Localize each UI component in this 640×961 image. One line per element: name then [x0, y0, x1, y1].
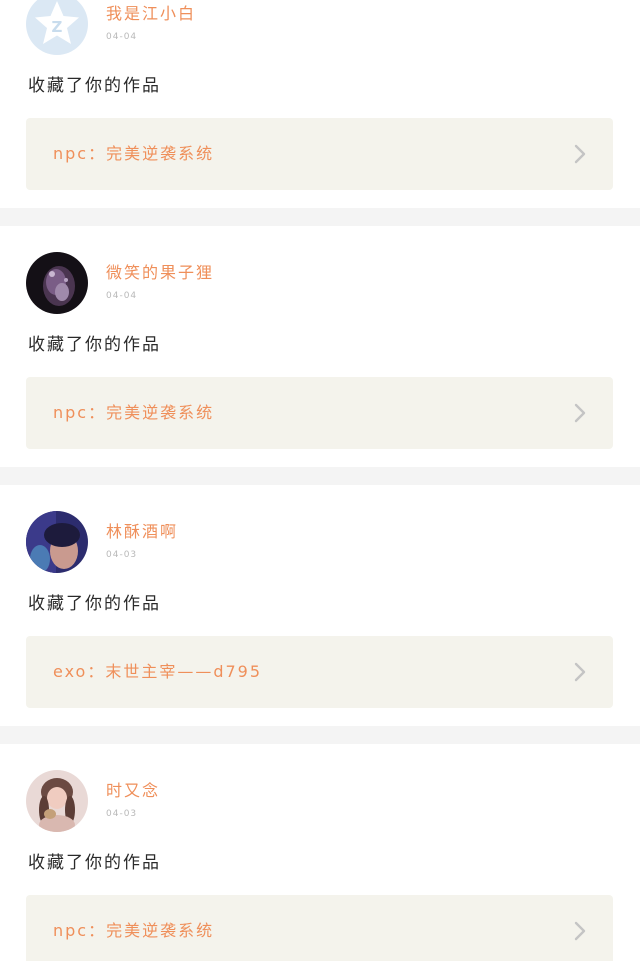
feed-item: Z 我是江小白 04-04 收藏了你的作品 npc：完美逆袭系统: [0, 0, 640, 208]
username[interactable]: 林酥酒啊: [106, 522, 178, 542]
work-link-card[interactable]: npc：完美逆袭系统: [26, 377, 613, 449]
purple-photo-avatar-icon: [26, 511, 88, 573]
work-title: npc：完美逆袭系统: [53, 921, 215, 940]
work-link-card[interactable]: exo：末世主宰——d795: [26, 636, 613, 708]
chevron-right-icon: [574, 662, 586, 682]
feed-item: 时又念 04-03 收藏了你的作品 npc：完美逆袭系统: [0, 744, 640, 961]
username[interactable]: 微笑的果子狸: [106, 263, 214, 283]
work-link-card[interactable]: npc：完美逆袭系统: [26, 895, 613, 961]
chevron-right-icon: [574, 921, 586, 941]
timestamp: 04-04: [106, 32, 138, 42]
activity-text: 收藏了你的作品: [28, 594, 161, 614]
feed-item: 微笑的果子狸 04-04 收藏了你的作品 npc：完美逆袭系统: [0, 226, 640, 467]
activity-text: 收藏了你的作品: [28, 853, 161, 873]
item-separator: [0, 467, 640, 485]
username[interactable]: 我是江小白: [106, 4, 196, 24]
work-title: npc：完美逆袭系统: [53, 403, 215, 422]
chevron-right-icon: [574, 144, 586, 164]
qzone-star-avatar-icon: Z: [26, 0, 88, 55]
item-separator: [0, 208, 640, 226]
activity-text: 收藏了你的作品: [28, 76, 161, 96]
username[interactable]: 时又念: [106, 781, 160, 801]
user-avatar[interactable]: [26, 252, 88, 314]
svg-text:Z: Z: [52, 18, 63, 36]
user-avatar[interactable]: [26, 770, 88, 832]
feed-item: 林酥酒啊 04-03 收藏了你的作品 exo：末世主宰——d795: [0, 485, 640, 726]
girl-photo-avatar-icon: [26, 770, 88, 832]
work-title: exo：末世主宰——d795: [53, 662, 263, 681]
user-avatar[interactable]: [26, 511, 88, 573]
work-title: npc：完美逆袭系统: [53, 144, 215, 163]
activity-feed: Z 我是江小白 04-04 收藏了你的作品 npc：完美逆袭系统 微笑的果子狸: [0, 0, 640, 961]
item-separator: [0, 726, 640, 744]
work-link-card[interactable]: npc：完美逆袭系统: [26, 118, 613, 190]
user-avatar[interactable]: Z: [26, 0, 88, 55]
timestamp: 04-03: [106, 809, 138, 819]
timestamp: 04-03: [106, 550, 138, 560]
timestamp: 04-04: [106, 291, 138, 301]
chevron-right-icon: [574, 403, 586, 423]
activity-text: 收藏了你的作品: [28, 335, 161, 355]
dark-crystal-avatar-icon: [26, 252, 88, 314]
